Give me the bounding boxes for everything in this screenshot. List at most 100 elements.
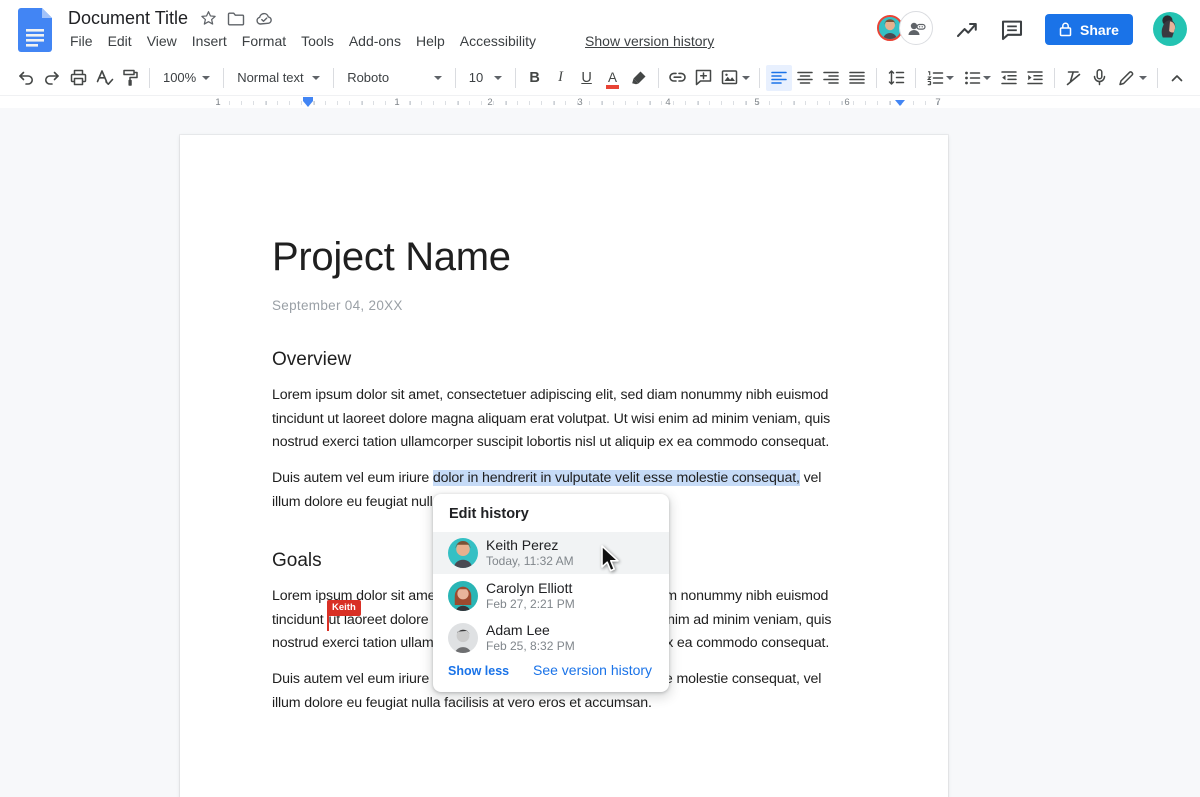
paragraph-style-select[interactable]: Normal text: [230, 65, 327, 91]
editor-name: Carolyn Elliott: [486, 580, 572, 596]
document-page[interactable]: Project Name September 04, 20XX Overview…: [180, 135, 948, 797]
bold-button[interactable]: B: [522, 65, 548, 91]
edit-timestamp: Feb 27, 2:21 PM: [486, 597, 575, 611]
show-less-link[interactable]: Show less: [448, 664, 509, 678]
add-comment-button[interactable]: [691, 65, 717, 91]
insert-image-button[interactable]: [717, 65, 754, 91]
anonymous-viewers-icon[interactable]: [899, 11, 933, 45]
text-selection-highlight: dolor in hendrerit in vulputate velit es…: [433, 470, 800, 486]
remote-cursor-label: Keith: [327, 600, 361, 616]
menu-bar: File Edit View Insert Format Tools Add-o…: [68, 32, 714, 50]
edit-timestamp: Today, 11:32 AM: [486, 554, 574, 568]
format-toolbar: 100% Normal text Roboto 10 B I U A: [0, 60, 1200, 95]
text-line: Duis autem vel eum iriure dolor in hendr…: [272, 467, 872, 491]
see-version-history-link[interactable]: See version history: [533, 662, 652, 678]
cloud-check-icon[interactable]: [255, 11, 274, 26]
text-line: Lorem ipsum dolor sit amet, consectetuer…: [272, 384, 872, 408]
menu-accessibility[interactable]: Accessibility: [458, 32, 538, 50]
left-indent-marker[interactable]: [303, 97, 313, 107]
editor-name: Keith Perez: [486, 537, 558, 553]
right-indent-marker[interactable]: [895, 100, 905, 106]
docs-logo-icon[interactable]: [18, 8, 52, 52]
edit-history-entry[interactable]: Adam Lee Feb 25, 8:32 PM: [433, 617, 669, 659]
increase-indent-button[interactable]: [1022, 65, 1048, 91]
overview-paragraph[interactable]: Lorem ipsum dolor sit amet, consectetuer…: [272, 384, 872, 455]
chevron-down-icon: [1139, 76, 1147, 80]
toolbar-divider: [876, 68, 877, 88]
avatar-adam-lee: [448, 623, 478, 653]
insert-link-button[interactable]: [665, 65, 691, 91]
ruler-number: 3: [577, 97, 582, 108]
menu-insert[interactable]: Insert: [190, 32, 229, 50]
show-version-history-link[interactable]: Show version history: [585, 33, 714, 49]
chevron-down-icon: [312, 76, 320, 80]
toolbar-divider: [149, 68, 150, 88]
line-spacing-button[interactable]: [883, 65, 909, 91]
ruler-number: 7: [935, 97, 940, 108]
chevron-down-icon: [983, 76, 991, 80]
star-icon[interactable]: [200, 10, 217, 27]
document-title[interactable]: Document Title: [68, 8, 188, 29]
menu-addons[interactable]: Add-ons: [347, 32, 403, 50]
toolbar-divider: [455, 68, 456, 88]
print-button[interactable]: [65, 65, 91, 91]
folder-icon[interactable]: [227, 11, 245, 27]
share-button[interactable]: Share: [1045, 14, 1133, 45]
doc-date-text[interactable]: September 04, 20XX: [272, 298, 403, 313]
italic-button[interactable]: I: [548, 65, 574, 91]
editing-mode-button[interactable]: [1112, 65, 1151, 91]
menu-tools[interactable]: Tools: [299, 32, 336, 50]
numbered-list-button[interactable]: [922, 65, 959, 91]
align-center-button[interactable]: [792, 65, 818, 91]
menu-help[interactable]: Help: [414, 32, 447, 50]
avatar-keith-perez: [448, 538, 478, 568]
menu-file[interactable]: File: [68, 32, 95, 50]
toolbar-divider: [759, 68, 760, 88]
text-line: nostrud exerci tation ullamcorper suscip…: [272, 431, 872, 455]
remote-cursor-keith: Keith: [327, 597, 361, 616]
ruler-number: 5: [754, 97, 759, 108]
chevron-down-icon: [434, 76, 442, 80]
text-color-swatch: [606, 85, 619, 89]
menu-edit[interactable]: Edit: [106, 32, 134, 50]
google-docs-app: Document Title File Edit View Insert For…: [0, 0, 1200, 797]
underline-button[interactable]: U: [574, 65, 600, 91]
redo-button[interactable]: [39, 65, 65, 91]
overview-heading[interactable]: Overview: [272, 349, 351, 371]
doc-title-text[interactable]: Project Name: [272, 235, 511, 280]
editor-name: Adam Lee: [486, 622, 550, 638]
activity-icon[interactable]: [955, 18, 979, 42]
menu-view[interactable]: View: [145, 32, 179, 50]
align-right-button[interactable]: [818, 65, 844, 91]
chevron-down-icon: [494, 76, 502, 80]
comment-icon[interactable]: [1000, 18, 1024, 42]
decrease-indent-button[interactable]: [996, 65, 1022, 91]
align-left-button[interactable]: [766, 65, 792, 91]
ruler-number: 6: [844, 97, 849, 108]
collapse-toolbar-button[interactable]: [1164, 65, 1190, 91]
edit-history-entry[interactable]: Keith Perez Today, 11:32 AM: [433, 532, 669, 574]
spellcheck-button[interactable]: [91, 65, 117, 91]
edit-history-entry[interactable]: Carolyn Elliott Feb 27, 2:21 PM: [433, 575, 669, 617]
font-select[interactable]: Roboto: [340, 65, 449, 91]
font-size-select[interactable]: 10: [462, 65, 509, 91]
toolbar-divider: [333, 68, 334, 88]
goals-heading[interactable]: Goals: [272, 550, 322, 572]
clear-formatting-button[interactable]: [1060, 65, 1086, 91]
ruler-number: 1: [394, 97, 399, 108]
toolbar-divider: [1157, 68, 1158, 88]
ruler-number: 1: [215, 97, 220, 108]
user-profile-avatar[interactable]: [1153, 12, 1187, 46]
undo-button[interactable]: [13, 65, 39, 91]
zoom-select[interactable]: 100%: [156, 65, 217, 91]
voice-typing-button[interactable]: [1086, 65, 1112, 91]
menu-format[interactable]: Format: [240, 32, 288, 50]
highlight-color-button[interactable]: [626, 65, 652, 91]
text-color-button[interactable]: A: [600, 65, 626, 91]
text-line: tincidunt ut laoreet dolore magna aliqua…: [272, 408, 872, 432]
horizontal-ruler[interactable]: 1 1 2 3 4 5 6 7: [0, 95, 1200, 108]
toolbar-divider: [515, 68, 516, 88]
justify-button[interactable]: [844, 65, 870, 91]
paint-format-button[interactable]: [117, 65, 143, 91]
bulleted-list-button[interactable]: [959, 65, 996, 91]
